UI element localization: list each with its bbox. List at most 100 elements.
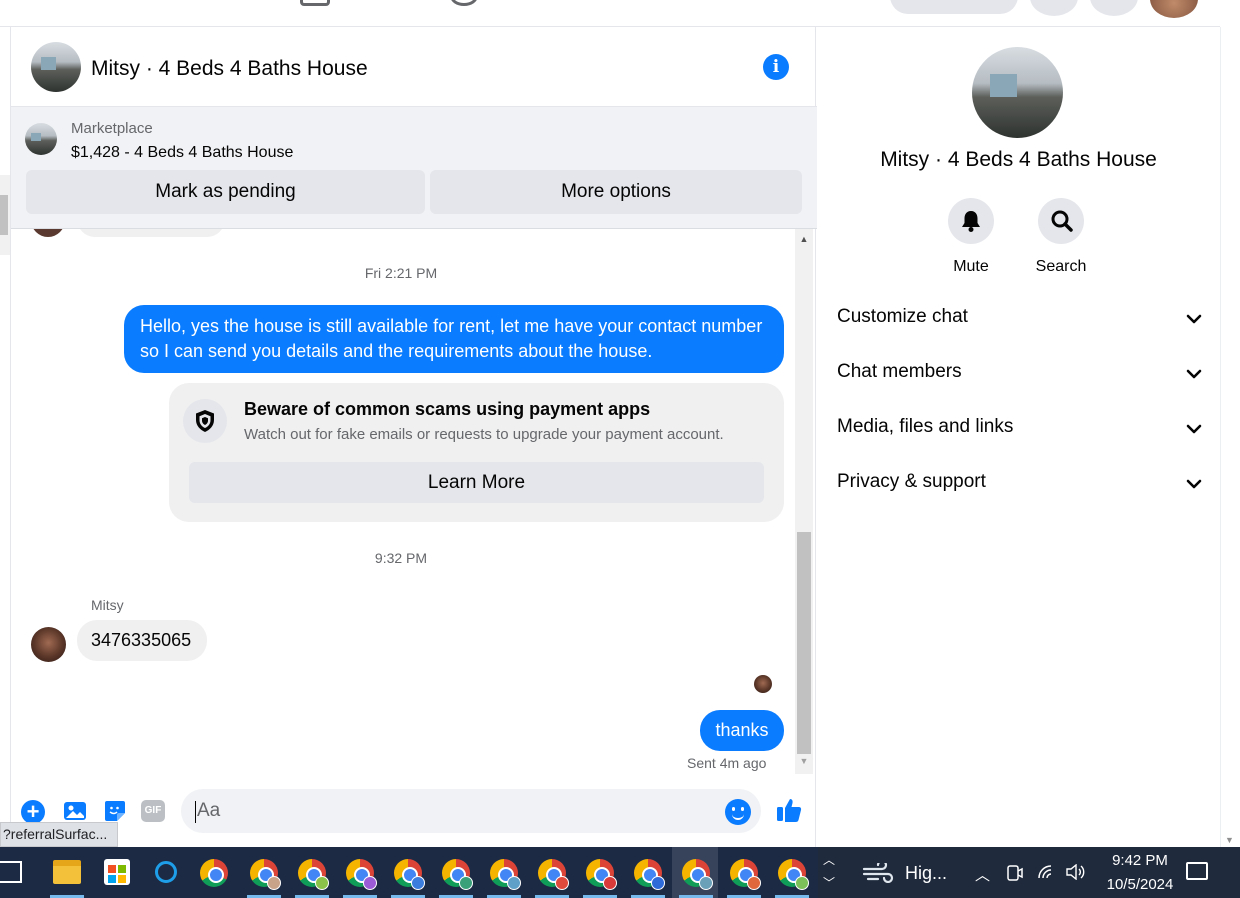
gif-icon[interactable]: GIF — [141, 800, 165, 822]
wind-weather-icon[interactable] — [862, 863, 894, 883]
marketplace-nav-icon[interactable] — [300, 0, 330, 6]
message-input-placeholder: Aa — [197, 800, 221, 821]
chat-title[interactable]: Mitsy · 4 Beds 4 Baths House — [91, 57, 368, 81]
message-input[interactable]: Aa — [181, 789, 761, 833]
shield-icon — [183, 399, 227, 443]
chevron-down-icon — [1186, 424, 1202, 434]
chrome-profile-icon[interactable] — [634, 859, 665, 890]
groups-nav-icon[interactable] — [450, 0, 478, 6]
weather-text[interactable]: Hig... — [905, 863, 947, 884]
clock-date[interactable]: 10/5/2024 — [1095, 876, 1185, 893]
page-scrollbar[interactable]: ▼ — [1220, 27, 1240, 847]
timestamp: Fri 2:21 PM — [364, 265, 438, 281]
section-label: Customize chat — [837, 306, 968, 327]
edge-icon[interactable] — [155, 861, 177, 883]
messenger-nav-icon[interactable] — [1090, 0, 1138, 16]
chevron-down-icon — [1186, 314, 1202, 324]
info-icon[interactable]: i — [763, 54, 789, 80]
plus-icon[interactable]: + — [21, 800, 45, 824]
read-receipt-avatar — [754, 675, 772, 693]
profile-avatar[interactable] — [1150, 0, 1198, 18]
chevron-up-icon[interactable]: ︿ — [818, 851, 840, 868]
sent-status: Sent 4m ago — [687, 755, 767, 771]
mute-label: Mute — [953, 258, 989, 275]
sender-avatar[interactable] — [31, 627, 66, 662]
chrome-profile-icon[interactable] — [490, 859, 521, 890]
text-caret — [195, 801, 196, 823]
notification-center-icon[interactable] — [1186, 862, 1208, 880]
conversation-details-panel: Mitsy · 4 Beds 4 Baths House Mute Search… — [817, 27, 1220, 847]
chrome-icon[interactable] — [200, 859, 228, 887]
more-options-button[interactable]: More options — [430, 170, 802, 214]
chrome-profile-icon[interactable] — [730, 859, 761, 890]
microsoft-store-icon[interactable] — [104, 859, 130, 885]
media-files-links-section[interactable]: Media, files and links — [837, 416, 1202, 446]
sticker-icon[interactable] — [103, 799, 127, 823]
learn-more-button[interactable]: Learn More — [189, 462, 764, 503]
meet-now-icon[interactable] — [1007, 864, 1023, 882]
listing-title[interactable]: $1,428 - 4 Beds 4 Baths House — [71, 144, 293, 162]
scam-warning-text: Watch out for fake emails or requests to… — [244, 426, 724, 443]
nav-pill-button[interactable] — [890, 0, 1018, 14]
mute-button[interactable]: Mute — [926, 198, 1016, 276]
chrome-profile-icon[interactable] — [298, 859, 329, 890]
emoji-icon[interactable] — [725, 799, 751, 825]
chrome-profile-icon[interactable] — [682, 859, 713, 890]
thumbs-up-icon[interactable] — [775, 796, 803, 824]
section-label: Privacy & support — [837, 471, 986, 492]
chat-avatar[interactable] — [31, 42, 81, 92]
chrome-profile-icon[interactable] — [778, 859, 809, 890]
chevron-down-icon — [1186, 369, 1202, 379]
customize-chat-section[interactable]: Customize chat — [837, 306, 1202, 336]
scam-warning-title: Beware of common scams using payment app… — [244, 399, 651, 419]
taskbar-scroller[interactable]: ︿ ﹀ — [818, 847, 840, 898]
marketplace-banner: Marketplace $1,428 - 4 Beds 4 Baths Hous… — [11, 107, 817, 229]
sender-name: Mitsy — [91, 597, 124, 613]
chrome-profile-icon[interactable] — [538, 859, 569, 890]
marketplace-label: Marketplace — [71, 120, 153, 137]
chrome-profile-icon[interactable] — [250, 859, 281, 890]
chat-header: Mitsy · 4 Beds 4 Baths House i — [11, 27, 817, 107]
taskbar-apps — [0, 847, 818, 898]
scroll-up-arrow-icon[interactable]: ▲ — [795, 234, 813, 244]
outgoing-message: thanks — [700, 710, 784, 751]
scam-warning-card: Beware of common scams using payment app… — [169, 383, 784, 522]
chevron-down-icon[interactable]: ﹀ — [818, 874, 840, 891]
mark-as-pending-button[interactable]: Mark as pending — [26, 170, 425, 214]
menu-grid-icon[interactable] — [1030, 0, 1078, 16]
timestamp: 9:32 PM — [374, 550, 428, 566]
listing-thumbnail[interactable] — [25, 123, 57, 155]
chevron-down-icon — [1186, 479, 1202, 489]
volume-icon[interactable] — [1065, 864, 1085, 880]
chat-members-section[interactable]: Chat members — [837, 361, 1202, 391]
chrome-profile-icon[interactable] — [586, 859, 617, 890]
bell-icon — [962, 211, 980, 232]
scroll-down-arrow-icon[interactable]: ▼ — [1225, 835, 1234, 845]
section-label: Chat members — [837, 361, 962, 382]
incoming-message: 3476335065 — [77, 620, 207, 661]
conversation-name: Mitsy · 4 Beds 4 Baths House — [880, 148, 1157, 171]
section-label: Media, files and links — [837, 416, 1014, 437]
scrollbar-thumb[interactable] — [797, 532, 811, 754]
outgoing-message: Hello, yes the house is still available … — [124, 305, 784, 373]
chrome-profile-icon[interactable] — [442, 859, 473, 890]
message-composer: + GIF Aa — [11, 782, 817, 847]
scroll-down-arrow-icon[interactable]: ▼ — [795, 756, 813, 766]
url-tooltip: ?referralSurfac... — [0, 822, 118, 847]
chrome-profile-icon[interactable] — [346, 859, 377, 890]
wifi-icon[interactable] — [1037, 864, 1055, 880]
task-view-icon[interactable] — [0, 861, 22, 883]
search-conversation-button[interactable]: Search — [1016, 198, 1106, 276]
chat-scrollbar[interactable]: ▲ ▼ — [795, 229, 813, 774]
conversation-avatar[interactable] — [972, 47, 1063, 138]
windows-taskbar: ︿ ﹀ Hig... ︿ 9:42 PM 10/5/2024 — [0, 847, 1240, 898]
search-icon — [1051, 210, 1073, 232]
chrome-profile-icon[interactable] — [394, 859, 425, 890]
clock-time[interactable]: 9:42 PM — [1105, 852, 1175, 869]
chevron-up-icon[interactable]: ︿ — [975, 864, 990, 885]
file-explorer-icon[interactable] — [53, 860, 81, 884]
privacy-support-section[interactable]: Privacy & support — [837, 471, 1202, 501]
chat-panel: Mitsy · 4 Beds 4 Baths House i Marketpla… — [10, 27, 817, 847]
photo-icon[interactable] — [63, 799, 87, 823]
left-scrollbar[interactable] — [0, 175, 10, 255]
